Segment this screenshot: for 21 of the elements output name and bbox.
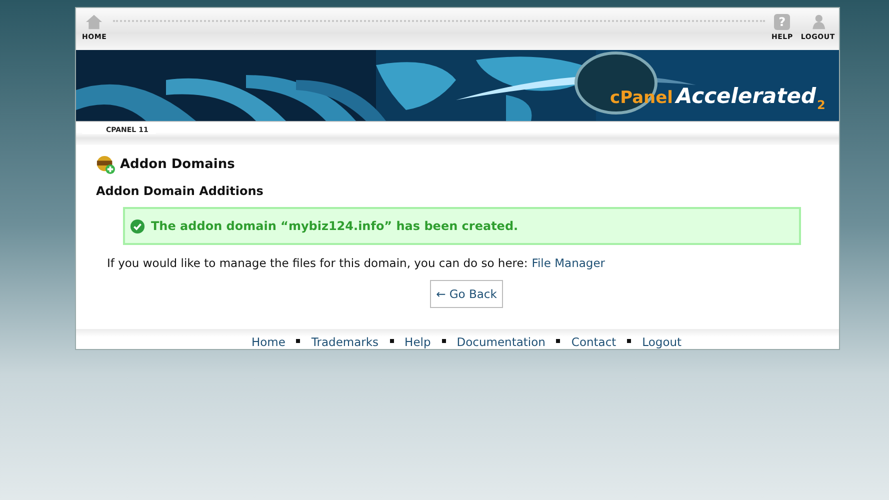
footer-link[interactable]: Contact bbox=[571, 335, 616, 349]
home-icon bbox=[85, 14, 104, 30]
footer-link[interactable]: Home bbox=[251, 335, 286, 349]
go-back-button[interactable]: ← Go Back bbox=[430, 280, 503, 308]
footer-link[interactable]: Trademarks bbox=[311, 335, 379, 349]
info-text: If you would like to manage the files for this domain, you can do so here: bbox=[107, 256, 528, 270]
checkmark-icon bbox=[130, 218, 145, 234]
section-title: Addon Domain Additions bbox=[96, 184, 264, 198]
success-text: The addon domain “mybiz124.info” has been created. bbox=[151, 219, 518, 233]
file-manager-link[interactable]: File Manager bbox=[532, 256, 606, 270]
footer-link[interactable]: Help bbox=[404, 335, 431, 349]
footer-link[interactable]: Logout bbox=[642, 335, 682, 349]
page-title: Addon Domains bbox=[120, 157, 235, 172]
separator-icon bbox=[627, 339, 632, 343]
separator-icon bbox=[556, 339, 560, 343]
separator-icon bbox=[296, 339, 300, 343]
globe-plus-icon bbox=[96, 155, 115, 174]
separator-icon bbox=[390, 339, 394, 343]
separator-icon bbox=[442, 339, 446, 343]
footer-link[interactable]: Documentation bbox=[456, 335, 546, 349]
help-icon: ? bbox=[774, 14, 790, 30]
